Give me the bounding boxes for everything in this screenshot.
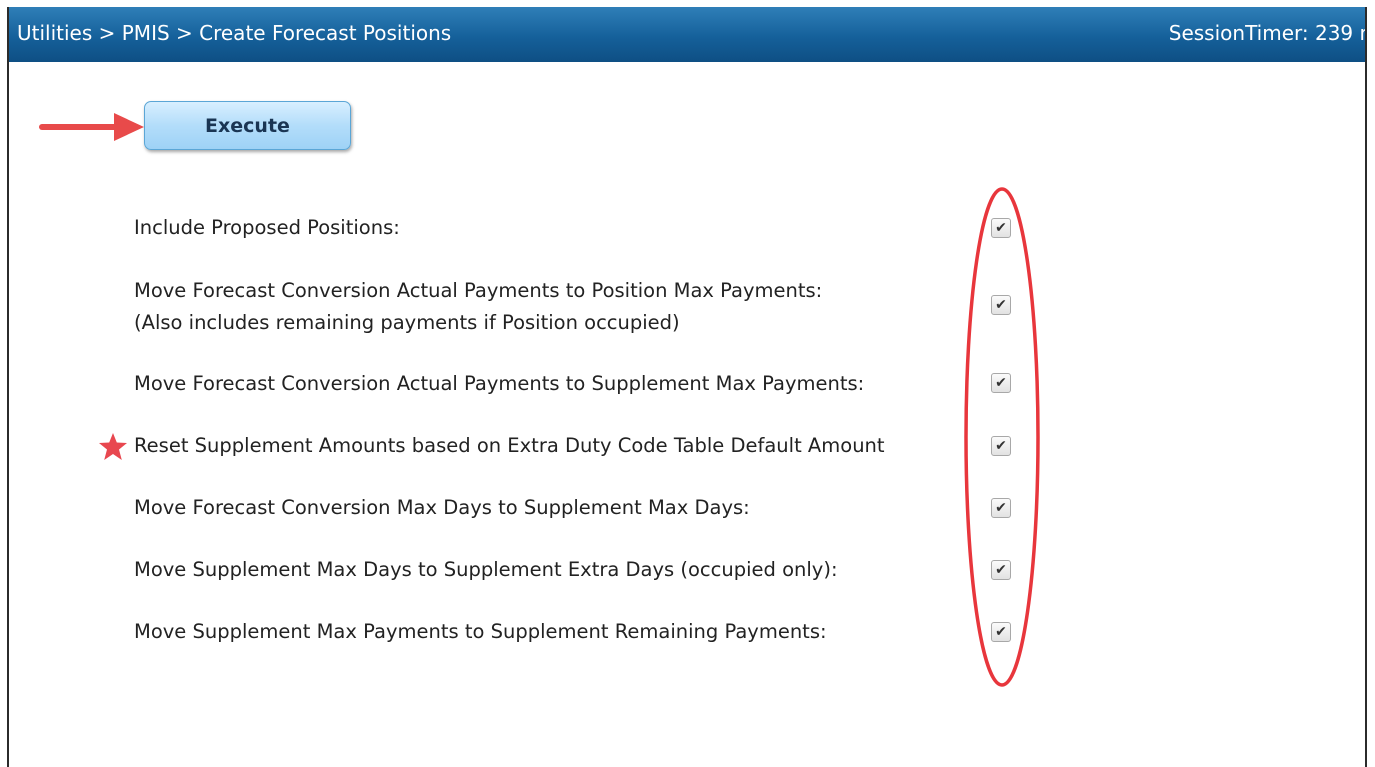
execute-button[interactable]: Execute xyxy=(144,101,351,150)
option-label-include-proposed: Include Proposed Positions: xyxy=(134,216,400,239)
option-label-supplement-extra-days: Move Supplement Max Days to Supplement E… xyxy=(134,558,838,581)
option-label-reset-supplement-amounts: Reset Supplement Amounts based on Extra … xyxy=(134,434,885,457)
option-label-supplement-remaining-payments: Move Supplement Max Payments to Suppleme… xyxy=(134,620,827,643)
arrow-right-icon xyxy=(39,113,144,141)
option-label-supplement-max-payments: Move Forecast Conversion Actual Payments… xyxy=(134,372,865,395)
star-icon xyxy=(99,433,127,460)
option-label-supplement-max-days: Move Forecast Conversion Max Days to Sup… xyxy=(134,496,750,519)
header-bar: Utilities > PMIS > Create Forecast Posit… xyxy=(7,7,1367,62)
option-label-position-max-payments: Move Forecast Conversion Actual Payments… xyxy=(134,279,823,334)
session-timer: SessionTimer: 239 m xyxy=(1168,21,1367,45)
breadcrumb: Utilities > PMIS > Create Forecast Posit… xyxy=(17,21,452,45)
highlight-oval xyxy=(964,187,1040,687)
